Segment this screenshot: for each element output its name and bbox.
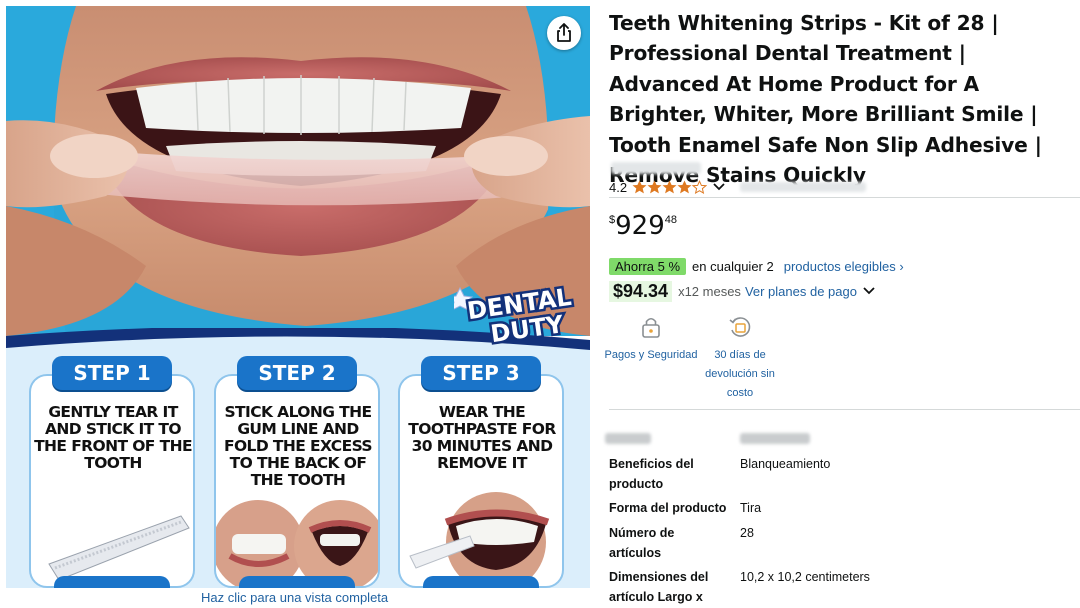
dental-duty-logo: DENTAL DUTY [446,280,586,351]
redacted-spec-value [740,433,810,444]
price-fraction: 48 [664,214,678,226]
spec-row: Forma del producto Tira [609,499,1080,519]
spec-value: Tira [740,501,762,515]
payment-plans-link[interactable]: Ver planes de pago [745,284,857,299]
empty-star-icon [692,180,708,194]
price-symbol: $ [609,214,616,226]
feature-free-returns[interactable]: 30 días de devolución sin costo [692,314,788,403]
spec-key: Forma del producto [609,501,727,515]
step-3-card: STEP 3 WEAR THE TOOTHPASTE FOR 30 MINUTE… [398,356,564,588]
step-label: STEP 3 [421,356,541,390]
step-2-card: STEP 2 STICK ALONG THE GUM LINE AND FOLD… [214,356,380,588]
price-whole: 929 [615,211,665,241]
spec-key: Dimensiones del artículo Largo x [609,570,709,604]
spec-value: 10,2 x 10,2 centimeters [740,570,870,584]
full-view-link[interactable]: Haz clic para una vista completa [201,590,388,605]
promotion-row: Ahorra 5 % en cualquier 2 productos eleg… [609,257,904,276]
installment-term: x12 meses [678,283,741,299]
star-icon [647,180,662,194]
whitening-strip-illustration [48,515,190,581]
installments-row: $94.34 x12 meses Ver planes de pago [609,280,875,302]
removing-strip-photo [409,492,550,586]
spec-row: Número de artículos 28 [609,524,1080,564]
applying-strip-photos [216,500,378,586]
step-instruction: WEAR THE TOOTHPASTE FOR 30 MINUTES AND R… [408,403,556,472]
rating-value: 4.2 [609,179,628,195]
chevron-down-icon[interactable] [863,287,875,295]
star-rating [632,180,708,194]
lock-icon [642,317,660,338]
feature-label: 30 días de devolución sin costo [705,349,775,399]
price: $92948 [609,211,677,241]
redacted-spec-label [605,433,651,444]
chevron-down-icon [713,183,725,191]
star-icon [677,180,692,194]
divider [609,409,1080,410]
rating-summary[interactable]: 4.2 [609,178,725,196]
product-image-gallery[interactable]: DENTAL DUTY STEP 1 GENTLY TEAR IT AND ST… [6,6,590,588]
star-icon [662,180,677,194]
spec-key: Número de artículos [609,526,675,560]
divider [609,197,1080,198]
spec-value: 28 [740,526,754,540]
redacted-ratings-count [740,182,866,192]
promotion-qualifier: en cualquier 2 [692,259,774,274]
savings-badge: Ahorra 5 % [609,258,687,275]
spec-row: Dimensiones del artículo Largo x 10,2 x … [609,568,1080,608]
redacted-store-link [611,162,701,174]
installment-amount: $94.34 [609,280,673,302]
step-label: STEP 2 [237,356,357,390]
feature-secure-payment[interactable]: Pagos y Seguridad [603,314,699,365]
step-instruction: GENTLY TEAR IT AND STICK IT TO THE FRONT… [34,403,192,472]
star-icon [632,180,647,194]
step-1-card: STEP 1 GENTLY TEAR IT AND STICK IT TO TH… [29,356,195,588]
return-box-icon [729,317,751,337]
share-icon [557,23,571,42]
share-button[interactable] [547,16,581,50]
spec-value: Blanqueamiento [740,457,831,471]
feature-label: Pagos y Seguridad [604,349,698,361]
step-label: STEP 1 [52,356,172,390]
eligible-products-link[interactable]: productos elegibles › [784,259,904,274]
spec-row: Beneficios del producto Blanqueamiento [609,455,1080,495]
spec-key: Beneficios del producto [609,457,694,491]
